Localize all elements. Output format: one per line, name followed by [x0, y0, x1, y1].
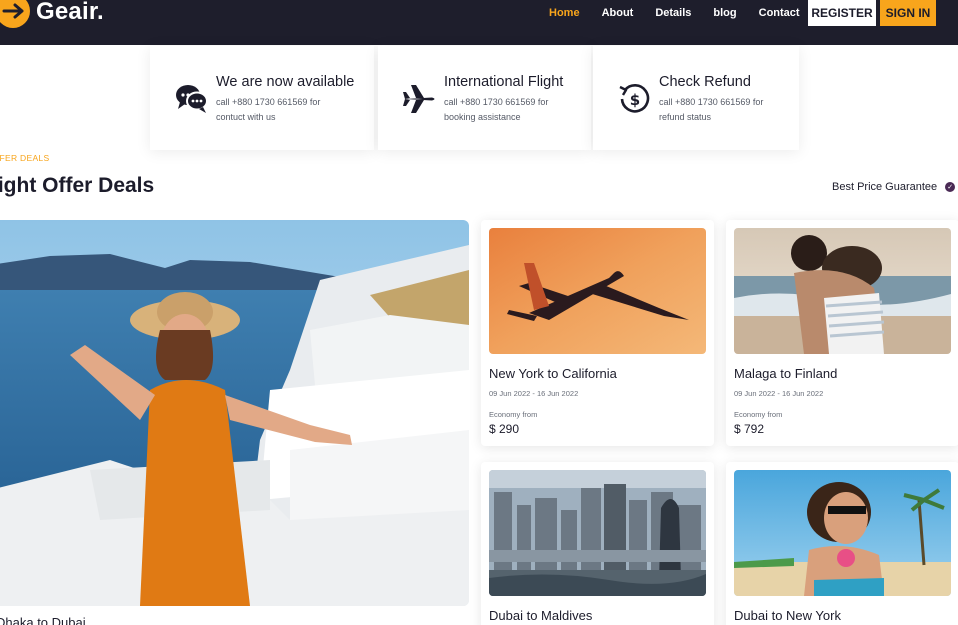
deal-route: Malaga to Finland	[734, 366, 838, 381]
deal-dates: 09 Jun 2022 - 16 Jun 2022	[489, 389, 579, 398]
svg-text:$: $	[630, 91, 640, 109]
deal-dates: 09 Jun 2022 - 16 Jun 2022	[734, 389, 824, 398]
info-desc-line: call +880 1730 661569 for	[444, 97, 549, 107]
beach-woman-photo	[734, 470, 951, 596]
woman-santorini-photo	[0, 220, 469, 606]
deal-card[interactable]: Dubai to New York	[726, 462, 958, 625]
deal-price: $ 290	[489, 422, 520, 436]
info-card-refund: $ Check Refund call +880 1730 661569 for…	[593, 46, 799, 150]
info-desc: call +880 1730 661569 for contuct with u…	[216, 95, 320, 125]
featured-deal-card[interactable]	[0, 220, 469, 606]
info-desc-line: call +880 1730 661569 for	[216, 97, 321, 107]
signin-button[interactable]: SIGN IN	[880, 0, 936, 26]
info-card-availability: We are now available call +880 1730 6615…	[150, 46, 374, 150]
info-title: International Flight	[444, 74, 564, 90]
airplane-sunset-photo	[489, 228, 706, 354]
register-button[interactable]: REGISTER	[808, 0, 876, 26]
deal-from-label: Economy from	[734, 410, 783, 419]
nav-about[interactable]: About	[602, 7, 634, 19]
best-price-label: Best Price Guarantee	[832, 181, 938, 193]
logo-airplane-icon	[0, 0, 30, 28]
chat-icon	[174, 82, 210, 116]
deal-card[interactable]: New York to California 09 Jun 2022 - 16 …	[481, 220, 714, 446]
info-desc: call +880 1730 661569 for booking assist…	[444, 95, 548, 125]
beach-couple-photo	[734, 228, 951, 354]
info-desc-line: booking assistance	[444, 112, 521, 122]
refund-icon: $	[617, 82, 653, 116]
deal-price: $ 792	[734, 422, 765, 436]
deal-route: Dubai to Maldives	[489, 608, 593, 623]
city-skyline-photo	[489, 470, 706, 596]
top-navbar: Geair. Home About Details blog Contact R…	[0, 0, 958, 45]
info-desc-line: refund status	[659, 112, 712, 122]
featured-caption: Dhaka to Dubai	[0, 615, 86, 625]
nav-contact[interactable]: Contact	[759, 7, 800, 19]
info-desc-line: call +880 1730 661569 for	[659, 97, 764, 107]
deal-card[interactable]: Malaga to Finland 09 Jun 2022 - 16 Jun 2…	[726, 220, 958, 446]
nav-details[interactable]: Details	[655, 7, 691, 19]
deal-route: Dubai to New York	[734, 608, 841, 623]
deal-route: New York to California	[489, 366, 617, 381]
info-card-international: International Flight call +880 1730 6615…	[378, 46, 591, 150]
nav-home[interactable]: Home	[549, 7, 580, 19]
info-desc: call +880 1730 661569 for refund status	[659, 95, 763, 125]
deal-from-label: Economy from	[489, 410, 538, 419]
best-price-guarantee[interactable]: Best Price Guarantee ✓	[832, 181, 956, 193]
nav-blog[interactable]: blog	[713, 7, 736, 19]
info-title: We are now available	[216, 74, 355, 90]
check-badge-icon: ✓	[945, 182, 956, 192]
airplane-icon	[402, 82, 438, 116]
section-title: light Offer Deals	[0, 174, 155, 197]
section-kicker: FFER DEALS	[0, 153, 50, 163]
page: Geair. Home About Details blog Contact R…	[0, 0, 958, 625]
logo[interactable]: Geair.	[0, 0, 104, 28]
info-title: Check Refund	[659, 74, 751, 90]
logo-text: Geair.	[36, 0, 104, 25]
info-desc-line: contuct with us	[216, 112, 276, 122]
deal-card[interactable]: Dubai to Maldives	[481, 462, 714, 625]
main-nav: Home About Details blog Contact	[549, 7, 822, 19]
